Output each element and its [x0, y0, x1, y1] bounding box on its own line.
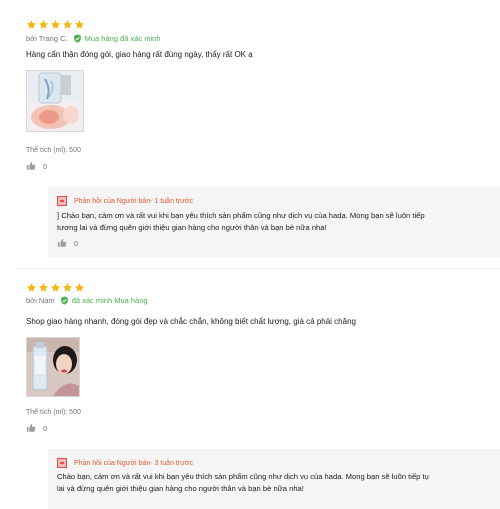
verified-shield-icon [73, 34, 81, 43]
seller-reply-header: Phản hồi của Người bán - 1 tuần trước [57, 196, 193, 206]
review-item: bởi Trang C. Mua hàng đã xác minh Hàng c… [0, 0, 500, 270]
star-icon [26, 19, 37, 29]
thumbs-up-icon [26, 423, 36, 432]
author-name: bởi Trang C. [26, 34, 68, 43]
star-icon [74, 19, 85, 29]
review-photo[interactable] [26, 70, 84, 132]
seller-reply-line-1: Chào bạn, cảm ơn và rất vui khi bạn yêu … [57, 472, 429, 481]
reply-like-count: 0 [74, 238, 79, 248]
like-count: 0 [43, 161, 48, 171]
reply-like-button[interactable]: 0 [57, 238, 78, 248]
review-author: bởi Trang C. Mua hàng đã xác minh [26, 34, 161, 43]
shop-logo-icon [57, 196, 67, 206]
star-rating [26, 282, 85, 293]
review-content: Hàng cẩn thận đóng gói, giao hàng rất đú… [26, 50, 253, 59]
like-count: 0 [43, 423, 48, 433]
star-icon [50, 282, 61, 292]
star-icon [74, 282, 85, 292]
seller-reply: Phản hồi của Người bán - 3 tuần trước Ch… [48, 449, 500, 509]
star-icon [38, 282, 49, 292]
seller-reply-time: - 1 tuần trước [150, 197, 193, 205]
seller-reply-line-2: tương lai và đừng quên giới thiệu gian h… [57, 223, 327, 232]
author-name: bởi Nam [26, 296, 55, 305]
verified-purchase-label: Mua hàng đã xác minh [84, 34, 161, 43]
seller-reply-time: - 3 tuần trước [150, 459, 193, 467]
review-photo[interactable] [26, 337, 80, 397]
seller-reply: Phản hồi của Người bán - 1 tuần trước ] … [48, 187, 500, 257]
review-author: bởi Nam đã xác minh Mua hàng [26, 296, 148, 305]
star-icon [50, 19, 61, 29]
seller-reply-line-1: ] Chào bạn, cảm ơn và rất vui khi bạn yê… [57, 211, 425, 220]
thumbs-up-icon [57, 238, 67, 247]
star-icon [26, 282, 37, 292]
seller-reply-line-2: lai và đừng quên giới thiệu gian hàng ch… [57, 484, 304, 493]
verified-purchase-label: đã xác minh Mua hàng [71, 296, 148, 305]
seller-reply-label: Phản hồi của Người bán [74, 459, 151, 467]
product-attribute: Thể tích (ml): 500 [26, 147, 81, 154]
like-button[interactable]: 0 [26, 423, 47, 433]
star-icon [62, 282, 73, 292]
review-item: bởi Nam đã xác minh Mua hàng Shop giao h… [0, 268, 500, 509]
review-photo-image [27, 338, 79, 396]
verified-shield-icon [60, 296, 68, 305]
seller-reply-label: Phản hồi của Người bán [74, 197, 151, 205]
star-icon [62, 19, 73, 29]
review-photo-image [27, 71, 83, 131]
review-content: Shop giao hàng nhanh, đóng gói đẹp và ch… [26, 317, 356, 326]
product-attribute: Thể tích (ml): 500 [26, 409, 81, 416]
star-icon [38, 19, 49, 29]
star-rating [26, 19, 85, 30]
thumbs-up-icon [26, 161, 36, 170]
shop-logo-icon [57, 458, 67, 468]
like-button[interactable]: 0 [26, 161, 47, 171]
seller-reply-header: Phản hồi của Người bán - 3 tuần trước [57, 458, 193, 468]
